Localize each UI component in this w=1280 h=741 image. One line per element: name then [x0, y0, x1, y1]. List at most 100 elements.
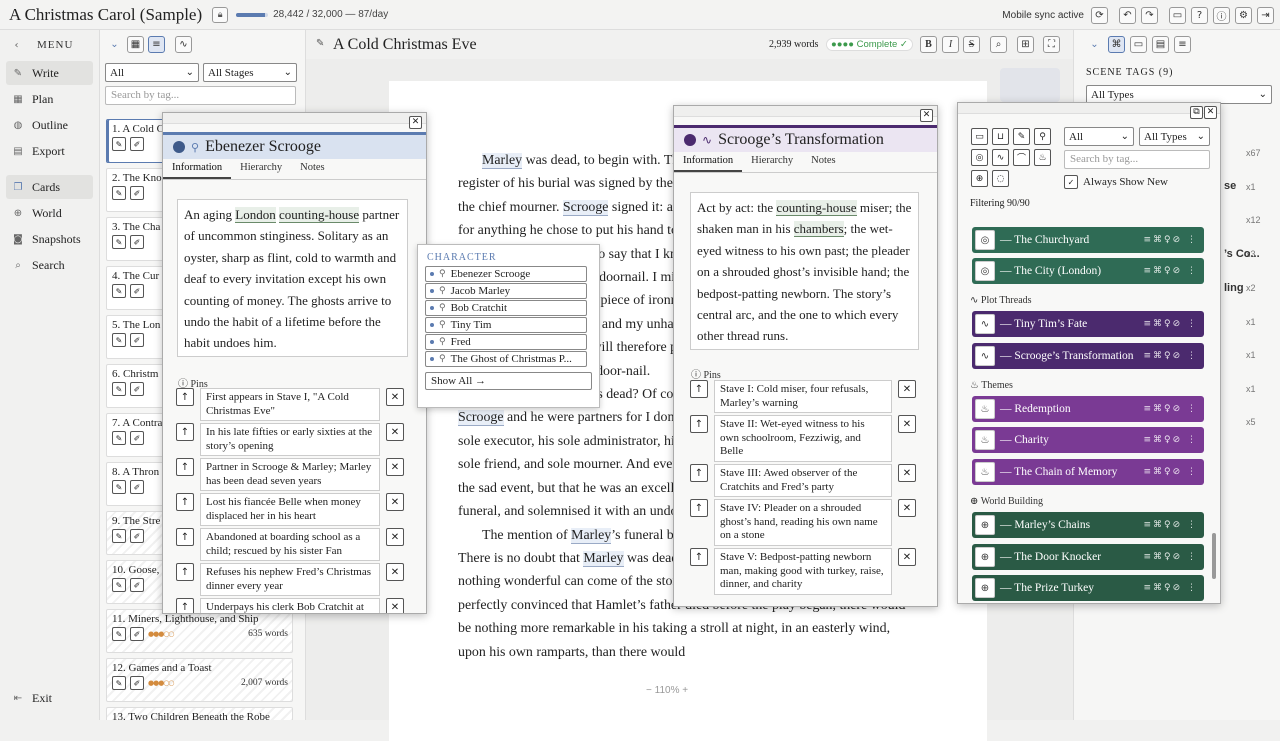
tag-row[interactable]: ◎ — The City (London) ≡⌘♀⊘ ⋮	[972, 258, 1204, 284]
remove-pin-icon[interactable]: ✕	[898, 464, 916, 482]
fullscreen-icon[interactable]: ⛶	[1043, 36, 1060, 53]
pin-text[interactable]: Partner in Scrooge & Marley; Marley has …	[200, 458, 380, 492]
pencil-icon[interactable]: ✎	[112, 529, 126, 543]
tag-row[interactable]: ∿ — Tiny Tim’s Fate ≡⌘♀⊘ ⋮	[972, 311, 1204, 337]
remove-pin-icon[interactable]: ✕	[386, 493, 404, 511]
grid-view-icon[interactable]: ▦	[127, 35, 144, 53]
bold-button[interactable]: B	[920, 36, 937, 53]
popout-icon[interactable]: ⧉	[1190, 106, 1203, 119]
close-icon[interactable]: ✕	[920, 109, 933, 122]
flame-icon[interactable]: ♨	[1034, 149, 1051, 166]
stage-select[interactable]: All Stages	[203, 63, 297, 82]
pencil-icon[interactable]: ✎	[112, 186, 126, 200]
pencil-icon[interactable]: ✎	[112, 333, 126, 347]
nav-item-search[interactable]: ⌕ Search	[6, 253, 93, 277]
always-show-new-toggle[interactable]: ✓ Always Show New	[1064, 175, 1168, 189]
tool-icon[interactable]: ✐	[130, 333, 144, 347]
zoom-control[interactable]: − 110% +	[646, 685, 688, 696]
pin-icon[interactable]: ↑	[176, 388, 194, 406]
list-icon[interactable]: ≡	[1174, 36, 1191, 53]
pin-icon[interactable]: ↑	[690, 415, 708, 433]
tag-icon[interactable]: ⌘	[1108, 36, 1125, 53]
character-option[interactable]: ⚲ Bob Cratchit	[425, 300, 587, 316]
pencil-icon[interactable]: ✎	[112, 676, 126, 690]
character-option[interactable]: ⚲ Fred	[425, 334, 587, 350]
pencil-icon[interactable]: ✎	[112, 431, 126, 445]
tool-icon[interactable]: ✐	[130, 284, 144, 298]
pin-icon[interactable]: ↑	[690, 464, 708, 482]
tag-actions-icon[interactable]: ≡⌘♀⊘ ⋮	[1143, 235, 1198, 245]
drag-handle[interactable]	[163, 113, 426, 124]
scrollbar[interactable]	[1212, 533, 1216, 579]
tag-row[interactable]: ⊕ — The Prize Turkey ≡⌘♀⊘ ⋮	[972, 575, 1204, 601]
lock-icon[interactable]: 🔒︎	[212, 6, 229, 23]
tag-actions-icon[interactable]: ≡⌘♀⊘ ⋮	[1143, 435, 1198, 445]
pencil-icon[interactable]: ✎	[112, 627, 126, 641]
comment-icon[interactable]: ▭	[971, 128, 988, 145]
pin-icon[interactable]: ↑	[176, 423, 194, 441]
pencil-icon[interactable]: ✎	[1013, 128, 1030, 145]
pencil-icon[interactable]: ✎	[112, 137, 126, 151]
character-mention[interactable]: Marley	[482, 153, 523, 169]
pin-text[interactable]: Lost his fiancée Belle when money displa…	[200, 493, 380, 527]
bubble-icon[interactable]: ◌	[992, 170, 1009, 187]
remove-pin-icon[interactable]: ✕	[898, 548, 916, 566]
tag-row[interactable]: ◎ — The Churchyard ≡⌘♀⊘ ⋮	[972, 227, 1204, 253]
pin-icon[interactable]: ↑	[176, 458, 194, 476]
pin-text[interactable]: First appears in Stave I, "A Cold Christ…	[200, 388, 380, 422]
pin-icon[interactable]: ↑	[690, 380, 708, 398]
menu-toggle[interactable]: ‹ MENU	[0, 31, 99, 59]
character-mention[interactable]: Scrooge	[562, 199, 609, 216]
pin-text[interactable]: Underpays his clerk Bob Cratchit at	[200, 598, 380, 613]
tag-actions-icon[interactable]: ≡⌘♀⊘ ⋮	[1143, 266, 1198, 276]
linked-term[interactable]: counting-house	[776, 200, 857, 216]
tool-icon[interactable]: ✐	[130, 578, 144, 592]
comment-icon[interactable]: ▭	[1130, 36, 1147, 53]
help-icon[interactable]: ?	[1191, 6, 1208, 24]
remove-pin-icon[interactable]: ✕	[386, 598, 404, 613]
tool-icon[interactable]: ✐	[130, 382, 144, 396]
close-icon[interactable]: ✕	[1204, 106, 1217, 119]
nav-item-cards[interactable]: ❐ Cards	[6, 175, 93, 199]
tab-notes[interactable]: Notes	[291, 159, 334, 179]
redo-icon[interactable]: ↷	[1141, 6, 1158, 24]
info-icon[interactable]: ⓘ	[1213, 6, 1230, 24]
drag-handle[interactable]	[674, 106, 937, 117]
close-icon[interactable]: ✕	[409, 116, 422, 129]
tag-type-select[interactable]: All Types	[1139, 127, 1210, 146]
tag-actions-icon[interactable]: ≡⌘♀⊘ ⋮	[1143, 351, 1198, 361]
tool-icon[interactable]: ✐	[130, 137, 144, 151]
character-mention[interactable]: Marley	[571, 527, 612, 544]
pin-text[interactable]: Stave IV: Pleader on a shrouded ghost’s …	[714, 499, 892, 546]
pin-text[interactable]: Stave I: Cold miser, four refusals, Marl…	[714, 380, 892, 414]
tool-icon[interactable]: ✐	[130, 676, 144, 690]
remove-pin-icon[interactable]: ✕	[386, 528, 404, 546]
strike-button[interactable]: S	[963, 36, 980, 53]
undo-icon[interactable]: ↶	[1119, 6, 1136, 24]
document-icon[interactable]: ▤	[1152, 36, 1169, 53]
comment-icon[interactable]: ▭	[1169, 6, 1186, 24]
pencil-icon[interactable]: ✎	[112, 382, 126, 396]
pin-icon[interactable]: ↑	[176, 598, 194, 613]
logout-icon[interactable]: ⇥	[1257, 6, 1274, 24]
nav-item-export[interactable]: ▤ Export	[6, 139, 93, 163]
tag-row[interactable]: ♨ — Redemption ≡⌘♀⊘ ⋮	[972, 396, 1204, 422]
tag-row[interactable]: ⊕ — Marley’s Chains ≡⌘♀⊘ ⋮	[972, 512, 1204, 538]
arc-icon[interactable]: ⌒	[1013, 149, 1030, 166]
chevron-down-icon[interactable]: ⌄	[1086, 36, 1103, 53]
tool-icon[interactable]: ✐	[130, 235, 144, 249]
remove-pin-icon[interactable]: ✕	[898, 499, 916, 517]
pin-icon[interactable]: ↑	[176, 563, 194, 581]
tool-icon[interactable]: ✐	[130, 186, 144, 200]
character-option[interactable]: ⚲ Tiny Tim	[425, 317, 587, 333]
remove-pin-icon[interactable]: ✕	[898, 415, 916, 433]
nav-item-snapshots[interactable]: ◙ Snapshots	[6, 227, 93, 251]
tab-hierarchy[interactable]: Hierarchy	[231, 159, 291, 179]
pin-text[interactable]: Stave II: Wet-eyed witness to his own sc…	[714, 415, 892, 462]
nav-item-write[interactable]: ✎ Write	[6, 61, 93, 85]
globe-icon[interactable]: ⊕	[971, 170, 988, 187]
tab-information[interactable]: Information	[674, 152, 743, 172]
sync-icon[interactable]: ⟳	[1091, 6, 1108, 24]
pin-text[interactable]: Stave V: Bedpost-patting newborn man, ma…	[714, 548, 892, 595]
thread-description[interactable]: Act by act: the counting-house miser; th…	[690, 192, 919, 350]
